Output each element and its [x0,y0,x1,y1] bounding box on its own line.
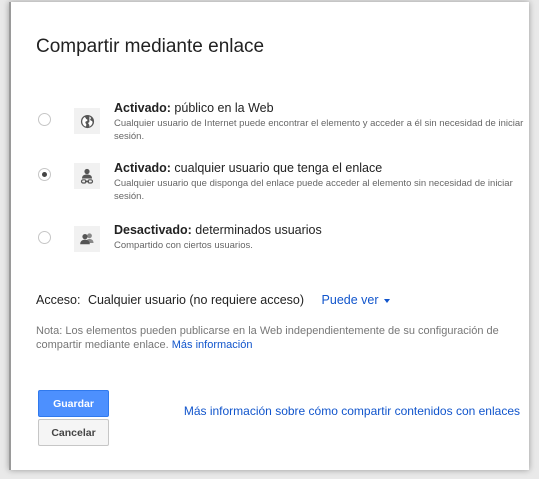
option-heading: Activado: público en la Web [114,100,524,116]
radio-public-web[interactable] [38,113,51,126]
note-text: Nota: Los elementos pueden publicarse en… [36,325,499,351]
share-link-dialog: Compartir mediante enlace Activado: públ… [9,2,529,470]
radio-anyone-with-link[interactable] [38,168,51,181]
dialog-title: Compartir mediante enlace [36,36,265,57]
option-anyone-with-link-text: Activado: cualquier usuario que tenga el… [114,160,524,203]
option-heading: Desactivado: determinados usuarios [114,222,524,238]
option-label: cualquier usuario que tenga el enlace [170,161,383,175]
access-label: Acceso: [36,293,81,307]
access-row: Acceso: Cualquier usuario (no requiere a… [36,293,390,307]
option-description: Cualquier usuario que disponga del enlac… [114,178,513,202]
cancel-button[interactable]: Cancelar [38,419,109,446]
permission-value: Puede ver [321,293,379,307]
option-heading: Activado: cualquier usuario que tenga el… [114,160,524,176]
sharing-help-link[interactable]: Más información sobre cómo compartir con… [180,404,520,419]
radio-specific-users[interactable] [38,231,51,244]
option-label: determinados usuarios [191,223,322,237]
caret-down-icon [383,298,390,303]
globe-icon [74,108,100,134]
option-status: Desactivado: [114,223,192,237]
option-specific-users-text: Desactivado: determinados usuarios Compa… [114,222,524,252]
option-status: Activado: [114,101,171,115]
option-status: Activado: [114,161,171,175]
save-button[interactable]: Guardar [38,390,109,417]
people-icon [74,226,100,252]
option-description: Compartido con ciertos usuarios. [114,240,253,251]
option-label: público en la Web [170,101,274,115]
permission-dropdown[interactable]: Puede ver [322,293,390,307]
note: Nota: Los elementos pueden publicarse en… [36,324,516,352]
person-link-icon [74,163,100,189]
option-description: Cualquier usuario de Internet puede enco… [114,118,524,142]
access-value: Cualquier usuario (no requiere acceso) [87,293,305,307]
note-more-info-link[interactable]: Más información [172,339,253,351]
option-public-web-text: Activado: público en la Web Cualquier us… [114,100,524,143]
